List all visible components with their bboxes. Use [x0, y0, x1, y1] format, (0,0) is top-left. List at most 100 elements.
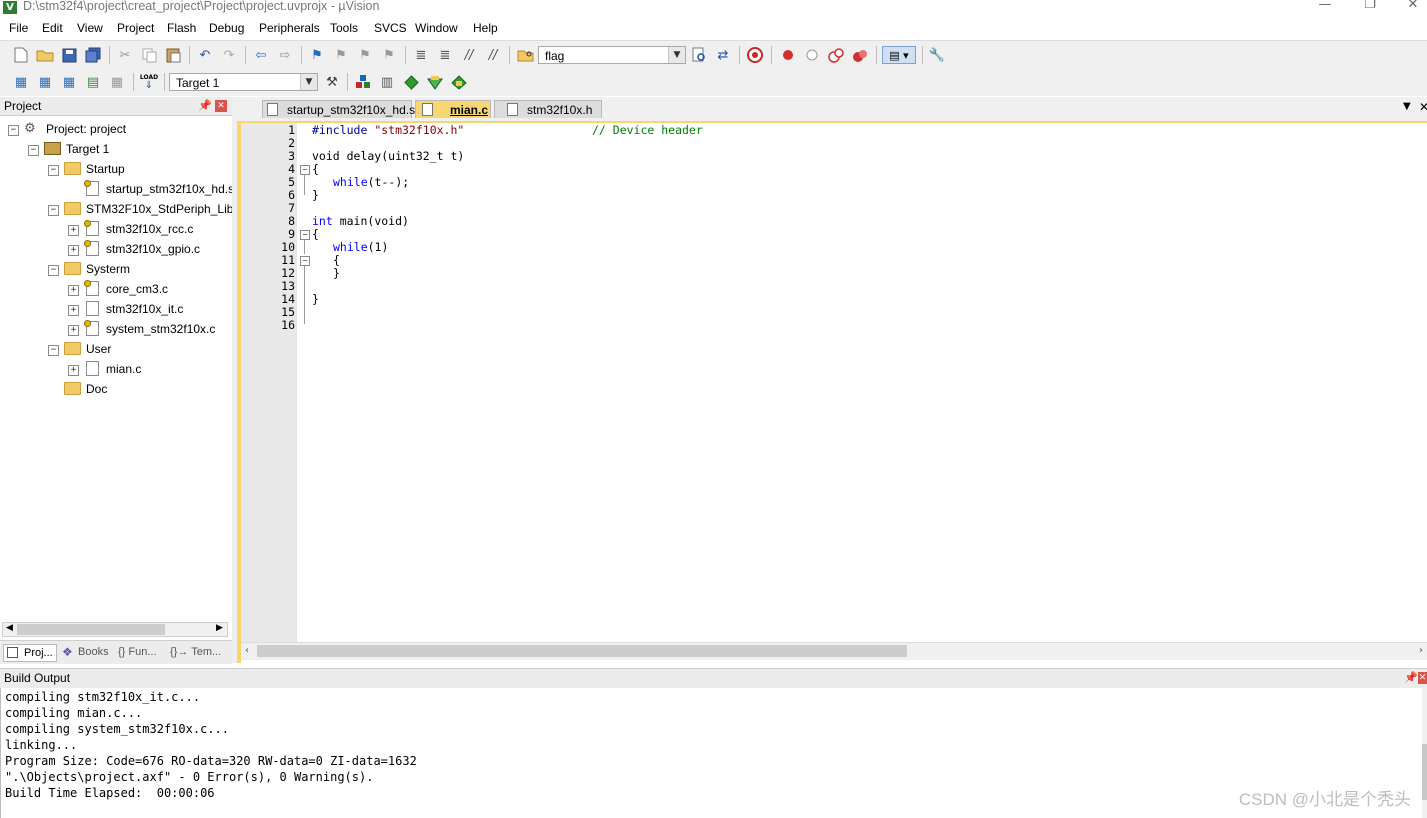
next-bookmark-icon[interactable]: ⚑ — [356, 46, 374, 64]
target-select[interactable]: Target 1 ▼ — [169, 73, 318, 91]
expand-icon[interactable]: + — [68, 225, 79, 236]
build-output-vscrollbar[interactable] — [1422, 688, 1427, 818]
pin-icon[interactable]: 📌 — [1404, 671, 1418, 684]
collapse-icon[interactable]: − — [48, 165, 59, 176]
chevron-down-icon[interactable]: ▼ — [300, 74, 317, 90]
redo-icon[interactable]: ↷ — [220, 46, 238, 64]
fold-toggle-icon[interactable]: − — [300, 230, 310, 240]
collapse-icon[interactable]: − — [8, 125, 19, 136]
translate-icon[interactable]: ▦ — [12, 73, 30, 91]
copy-icon[interactable] — [140, 46, 158, 64]
new-file-icon[interactable] — [12, 46, 30, 64]
menu-svcs[interactable]: SVCS — [374, 21, 407, 35]
incremental-find-icon[interactable]: ⇄ — [714, 46, 732, 64]
menu-edit[interactable]: Edit — [42, 21, 63, 35]
pack-update-icon[interactable] — [450, 73, 468, 91]
chevron-down-icon[interactable]: ▼ — [668, 47, 685, 63]
fold-toggle-icon[interactable]: − — [300, 165, 310, 175]
project-tree[interactable]: − ⚙ Project: project − Target 1 − Startu… — [0, 118, 248, 638]
collapse-icon[interactable]: − — [28, 145, 39, 156]
restore-button[interactable]: ❐ — [1355, 0, 1385, 13]
menu-tools[interactable]: Tools — [330, 21, 358, 35]
pack-installer-icon[interactable] — [426, 73, 444, 91]
close-tab-icon[interactable]: ✕ — [1419, 100, 1427, 114]
navigate-back-icon[interactable]: ⇦ — [252, 46, 270, 64]
project-hscrollbar[interactable]: ◀ ▶ — [2, 622, 228, 637]
find-in-files-icon[interactable] — [516, 46, 534, 64]
save-icon[interactable] — [60, 46, 78, 64]
menu-flash[interactable]: Flash — [167, 21, 196, 35]
window-layout-icon[interactable]: ▤ ▾ — [882, 46, 916, 64]
tab-startup-file[interactable]: startup_stm32f10x_hd.s — [262, 100, 415, 118]
build-icon[interactable]: ▦ — [36, 73, 54, 91]
tab-list-chevron-icon[interactable]: ▼ — [1403, 101, 1411, 112]
paste-icon[interactable] — [164, 46, 182, 64]
menu-debug[interactable]: Debug — [209, 21, 244, 35]
indent-icon[interactable]: ≣ — [412, 46, 430, 64]
rebuild-icon[interactable]: ▦ — [60, 73, 78, 91]
tab-project[interactable]: Proj... — [3, 644, 57, 662]
close-panel-icon[interactable]: ✕ — [215, 100, 227, 112]
tab-templates[interactable]: {}→ Tem... — [170, 644, 228, 662]
menu-peripherals[interactable]: Peripherals — [259, 21, 320, 35]
menu-project[interactable]: Project — [117, 21, 154, 35]
build-output-panel[interactable]: compiling stm32f10x_it.c... compiling mi… — [0, 688, 1423, 818]
tab-functions[interactable]: {} Fun... — [118, 644, 170, 662]
stop-build-icon[interactable]: ▦ — [108, 73, 126, 91]
find-combo[interactable]: flag ▼ — [538, 46, 686, 64]
editor-hscrollbar[interactable]: ‹ › — [241, 642, 1427, 660]
menu-view[interactable]: View — [77, 21, 103, 35]
manage-rte-icon[interactable] — [402, 73, 420, 91]
scroll-right-icon[interactable]: › — [1419, 645, 1423, 656]
clear-bookmarks-icon[interactable]: ⚑ — [380, 46, 398, 64]
scroll-thumb[interactable] — [17, 624, 165, 635]
expand-icon[interactable]: + — [68, 305, 79, 316]
expand-icon[interactable]: + — [68, 245, 79, 256]
enable-breakpoint-icon[interactable] — [803, 46, 821, 64]
batch-build-icon[interactable]: ▤ — [84, 73, 102, 91]
close-panel-icon[interactable]: ✕ — [1418, 672, 1427, 684]
target-options-icon[interactable]: ⚒ — [323, 73, 341, 91]
collapse-icon[interactable]: − — [48, 345, 59, 356]
kill-breakpoints-icon[interactable] — [851, 46, 869, 64]
collapse-icon[interactable]: − — [48, 205, 59, 216]
menu-window[interactable]: Window — [415, 21, 458, 35]
menu-help[interactable]: Help — [473, 21, 498, 35]
find-icon[interactable] — [690, 46, 708, 64]
debug-session-icon[interactable] — [746, 46, 764, 64]
scroll-left-icon[interactable]: ‹ — [245, 645, 249, 656]
insert-breakpoint-icon[interactable] — [779, 46, 797, 64]
download-icon[interactable]: LOAD ⇓ — [140, 73, 158, 91]
tab-stm32f10x-h[interactable]: stm32f10x.h — [494, 100, 602, 118]
menu-file[interactable]: File — [9, 21, 28, 35]
collapse-icon[interactable]: − — [48, 265, 59, 276]
scroll-thumb[interactable] — [257, 645, 907, 657]
navigate-forward-icon[interactable]: ⇨ — [276, 46, 294, 64]
tab-books[interactable]: ❖ Books — [60, 644, 114, 662]
expand-icon[interactable]: + — [68, 325, 79, 336]
scroll-right-icon[interactable]: ▶ — [216, 623, 223, 633]
code-area[interactable]: #include "stm32f10x.h" // Device header … — [312, 123, 1412, 343]
disable-breakpoints-icon[interactable] — [827, 46, 845, 64]
expand-icon[interactable]: + — [68, 285, 79, 296]
manage-project-items-icon[interactable] — [354, 73, 372, 91]
fold-toggle-icon[interactable]: − — [300, 256, 310, 266]
uncomment-icon[interactable]: // — [484, 46, 502, 64]
undo-icon[interactable]: ↶ — [196, 46, 214, 64]
pin-icon[interactable]: 📌 — [198, 99, 212, 112]
expand-icon[interactable]: + — [68, 365, 79, 376]
scroll-left-icon[interactable]: ◀ — [6, 623, 13, 633]
scroll-thumb[interactable] — [1422, 744, 1427, 800]
minimize-button[interactable]: — — [1310, 0, 1340, 13]
save-all-icon[interactable] — [84, 46, 102, 64]
tab-mian-c[interactable]: mian.c — [415, 100, 491, 118]
cut-icon[interactable]: ✂ — [116, 46, 134, 64]
bookmark-icon[interactable]: ⚑ — [308, 46, 326, 64]
open-file-icon[interactable] — [36, 46, 54, 64]
prev-bookmark-icon[interactable]: ⚑ — [332, 46, 350, 64]
unindent-icon[interactable]: ≣ — [436, 46, 454, 64]
comment-icon[interactable]: // — [460, 46, 478, 64]
configure-icon[interactable]: 🔧 — [928, 46, 946, 64]
select-packs-icon[interactable]: ▥ — [378, 73, 396, 91]
close-button[interactable]: ✕ — [1398, 0, 1427, 13]
